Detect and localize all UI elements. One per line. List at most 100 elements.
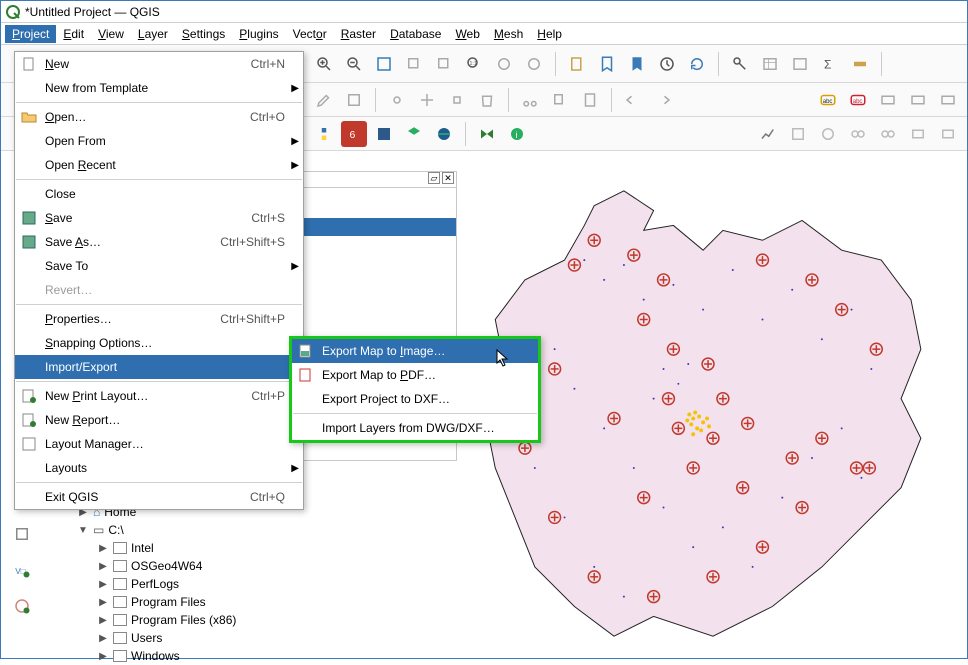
menu-snapping[interactable]: Snapping Options… (15, 331, 303, 355)
gray4-icon[interactable] (875, 121, 901, 147)
redo-icon[interactable] (650, 87, 676, 113)
chart-line-icon[interactable] (755, 121, 781, 147)
qgis-logo-icon (5, 4, 21, 20)
save-edits-icon[interactable] (341, 87, 367, 113)
refresh-icon[interactable] (684, 51, 710, 77)
plugin-blue-icon[interactable] (371, 121, 397, 147)
add-virtual-icon[interactable]: V□ (7, 555, 37, 585)
menu-import-export[interactable]: Import/Export▶ (15, 355, 303, 379)
label-abc2-icon[interactable]: abc (845, 87, 871, 113)
menu-plugins[interactable]: Plugins (232, 25, 285, 43)
gray2-icon[interactable] (815, 121, 841, 147)
menu-mesh[interactable]: Mesh (487, 25, 530, 43)
menu-new-print-layout[interactable]: New Print Layout…Ctrl+P (15, 384, 303, 408)
stats-icon[interactable]: Σ (817, 51, 843, 77)
menu-properties[interactable]: Properties…Ctrl+Shift+P (15, 307, 303, 331)
field-calc-icon[interactable] (787, 51, 813, 77)
browser-windows[interactable]: ▶Windows (67, 647, 447, 665)
zoom-full-icon[interactable] (371, 51, 397, 77)
move-feature-icon[interactable] (414, 87, 440, 113)
label-abc-icon[interactable]: abc (815, 87, 841, 113)
cut-icon[interactable] (517, 87, 543, 113)
plugin-red-icon[interactable]: 6 (341, 121, 367, 147)
menu-database[interactable]: Database (383, 25, 448, 43)
import-export-submenu: Export Map to Image… Export Map to PDF… … (289, 336, 541, 443)
browser-intel[interactable]: ▶Intel (67, 539, 447, 557)
undo-icon[interactable] (620, 87, 646, 113)
open-table-icon[interactable] (757, 51, 783, 77)
browser-perflogs[interactable]: ▶PerfLogs (67, 575, 447, 593)
menu-edit[interactable]: Edit (56, 25, 91, 43)
submenu-export-pdf[interactable]: Export Map to PDF… (292, 363, 538, 387)
panel-close-icon[interactable]: ✕ (442, 172, 454, 184)
menu-close[interactable]: Close (15, 182, 303, 206)
label5-icon[interactable] (935, 87, 961, 113)
browser-pf[interactable]: ▶Program Files (67, 593, 447, 611)
menu-project[interactable]: Project (5, 25, 56, 43)
measure-icon[interactable] (847, 51, 873, 77)
zoom-layer-icon[interactable] (431, 51, 457, 77)
menu-save-as[interactable]: Save As…Ctrl+Shift+S (15, 230, 303, 254)
svg-text:6: 6 (350, 128, 356, 140)
svg-text:abc: abc (823, 99, 833, 105)
gray6-icon[interactable] (935, 121, 961, 147)
menu-new-report[interactable]: New Report… (15, 408, 303, 432)
new-map-icon[interactable] (564, 51, 590, 77)
gray3-icon[interactable] (845, 121, 871, 147)
submenu-import-dwg[interactable]: Import Layers from DWG/DXF… (292, 416, 538, 440)
browser-osgeo[interactable]: ▶OSGeo4W64 (67, 557, 447, 575)
paste-icon[interactable] (577, 87, 603, 113)
menu-settings[interactable]: Settings (175, 25, 232, 43)
menu-new-from-template[interactable]: New from Template▶ (15, 76, 303, 100)
show-bookmarks-icon[interactable] (624, 51, 650, 77)
label4-icon[interactable] (905, 87, 931, 113)
menu-view[interactable]: View (91, 25, 131, 43)
menubar: Project Edit View Layer Settings Plugins… (1, 23, 967, 45)
plugin-globe-icon[interactable] (431, 121, 457, 147)
add-feature-icon[interactable] (384, 87, 410, 113)
menu-vector[interactable]: Vector (286, 25, 334, 43)
new-bookmark-icon[interactable] (594, 51, 620, 77)
zoom-out-icon[interactable] (341, 51, 367, 77)
menu-layouts[interactable]: Layouts▶ (15, 456, 303, 480)
menu-save[interactable]: SaveCtrl+S (15, 206, 303, 230)
copy-icon[interactable] (547, 87, 573, 113)
menu-layout-manager[interactable]: Layout Manager… (15, 432, 303, 456)
zoom-next-icon[interactable] (521, 51, 547, 77)
edit-toggle-icon[interactable] (311, 87, 337, 113)
menu-new[interactable]: NewCtrl+N (15, 52, 303, 76)
plugin-bowtie-icon[interactable] (474, 121, 500, 147)
gray5-icon[interactable] (905, 121, 931, 147)
plugin-green-icon[interactable] (401, 121, 427, 147)
menu-exit[interactable]: Exit QGISCtrl+Q (15, 485, 303, 509)
plugin-info-icon[interactable]: i (504, 121, 530, 147)
menu-open-from[interactable]: Open From▶ (15, 129, 303, 153)
menu-web[interactable]: Web (448, 25, 486, 43)
browser-users[interactable]: ▶Users (67, 629, 447, 647)
node-tool-icon[interactable] (444, 87, 470, 113)
label3-icon[interactable] (875, 87, 901, 113)
identify-icon[interactable] (727, 51, 753, 77)
zoom-native-icon[interactable]: 1:1 (461, 51, 487, 77)
zoom-selection-icon[interactable] (401, 51, 427, 77)
submenu-export-image[interactable]: Export Map to Image… (292, 339, 538, 363)
add-wms-icon[interactable] (7, 591, 37, 621)
svg-text:1:1: 1:1 (470, 60, 477, 66)
add-db2-icon[interactable] (7, 519, 37, 549)
menu-raster[interactable]: Raster (334, 25, 383, 43)
temporal-icon[interactable] (654, 51, 680, 77)
submenu-export-dxf[interactable]: Export Project to DXF… (292, 387, 538, 411)
browser-pf86[interactable]: ▶Program Files (x86) (67, 611, 447, 629)
menu-open[interactable]: Open…Ctrl+O (15, 105, 303, 129)
python-icon[interactable] (311, 121, 337, 147)
menu-help[interactable]: Help (530, 25, 569, 43)
browser-c-drive[interactable]: ▼▭C:\ (67, 521, 447, 539)
zoom-in-icon[interactable] (311, 51, 337, 77)
delete-sel-icon[interactable] (474, 87, 500, 113)
menu-save-to[interactable]: Save To▶ (15, 254, 303, 278)
menu-layer[interactable]: Layer (131, 25, 175, 43)
panel-undock-icon[interactable]: ▱ (428, 172, 440, 184)
gray1-icon[interactable] (785, 121, 811, 147)
menu-open-recent[interactable]: Open Recent▶ (15, 153, 303, 177)
zoom-last-icon[interactable] (491, 51, 517, 77)
